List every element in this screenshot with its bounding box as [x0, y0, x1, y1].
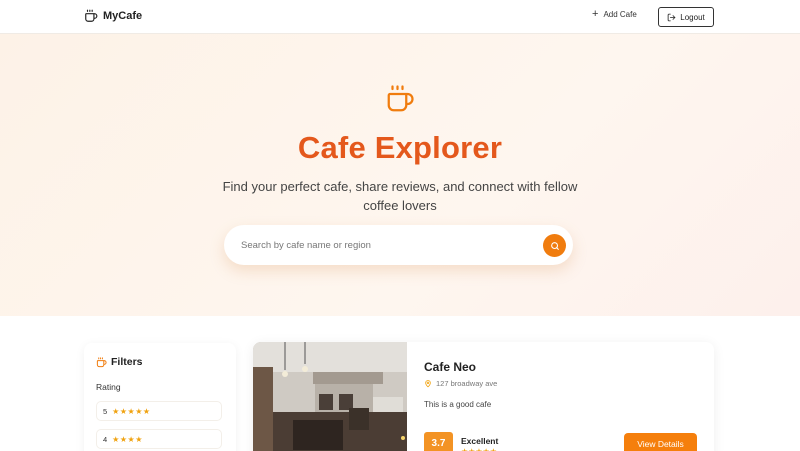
filters-heading: Filters — [96, 356, 143, 368]
rating-label: Rating — [96, 382, 121, 392]
cafe-photo — [253, 342, 407, 451]
star-rating: ★★★★ — [112, 434, 143, 444]
logout-button[interactable]: Logout — [658, 7, 714, 27]
cafe-description: This is a good cafe — [424, 400, 492, 409]
coffee-cup-icon — [96, 356, 107, 367]
logout-icon — [667, 13, 676, 21]
cafe-address: 127 broadway ave — [424, 379, 497, 388]
filters-panel: Filters Rating 5 ★★★★★ 4 ★★★★ — [84, 343, 236, 451]
cafe-name[interactable]: Cafe Neo — [424, 360, 476, 374]
coffee-cup-icon — [85, 9, 98, 22]
add-cafe-button[interactable]: + Add Cafe — [592, 9, 637, 20]
logout-label: Logout — [680, 12, 705, 22]
search-bar — [224, 225, 573, 265]
search-icon — [550, 241, 559, 250]
rating-value: 4 — [103, 434, 108, 444]
add-cafe-label: Add Cafe — [603, 10, 637, 19]
brand[interactable]: MyCafe — [84, 9, 142, 23]
star-rating: ★★★★★ — [461, 447, 497, 451]
rating-score-badge: 3.7 — [424, 432, 453, 451]
page-title: Cafe Explorer — [297, 130, 503, 165]
star-rating: ★★★★★ — [112, 406, 151, 416]
rating-label: Excellent — [461, 436, 499, 446]
rating-value: 5 — [103, 406, 108, 416]
coffee-cup-icon — [387, 85, 414, 112]
top-navbar: MyCafe + Add Cafe Logout — [0, 0, 800, 34]
hero-section: Cafe Explorer Find your perfect cafe, sh… — [0, 34, 800, 316]
plus-icon: + — [592, 8, 599, 20]
search-button[interactable] — [543, 234, 566, 257]
rating-option-4[interactable]: 4 ★★★★ — [96, 429, 222, 449]
search-input[interactable] — [241, 239, 531, 251]
rating-option-5[interactable]: 5 ★★★★★ — [96, 401, 222, 421]
cafe-card[interactable]: Cafe Neo 127 broadway ave This is a good… — [253, 342, 714, 451]
map-pin-icon — [425, 380, 431, 388]
cafe-address-text: 127 broadway ave — [436, 379, 498, 388]
view-details-button[interactable]: View Details — [624, 433, 697, 451]
brand-name: MyCafe — [103, 10, 143, 22]
cafe-interior-image — [253, 342, 407, 451]
filters-title: Filters — [111, 356, 143, 368]
page-subtitle: Find your perfect cafe, share reviews, a… — [222, 179, 578, 213]
